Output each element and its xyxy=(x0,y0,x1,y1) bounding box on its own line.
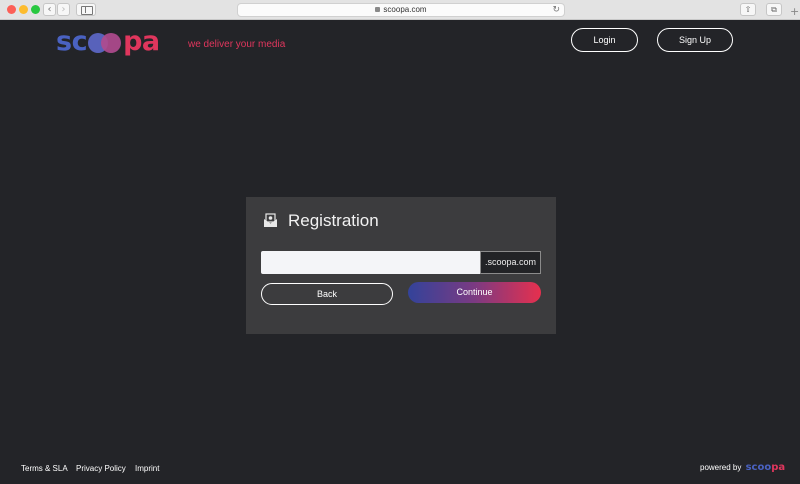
mini-logo-circles-icon: oo xyxy=(757,462,772,473)
back-arrow-icon[interactable]: ‹ xyxy=(43,3,56,16)
scoopa-logo[interactable]: sc pa xyxy=(56,27,160,57)
logo-wordmark: sc pa xyxy=(56,27,160,57)
registration-title: Registration xyxy=(288,211,379,230)
footer-link-terms[interactable]: Terms & SLA xyxy=(21,464,68,474)
address-text-wrap: scoopa.com xyxy=(238,4,564,16)
signup-button[interactable]: Sign Up xyxy=(657,28,733,52)
tabs-overview-icon[interactable]: ⧉ xyxy=(766,3,782,16)
minimize-window-button[interactable] xyxy=(19,5,28,14)
footer-link-imprint[interactable]: Imprint xyxy=(135,464,159,474)
subdomain-input[interactable] xyxy=(261,251,480,274)
logo-part-2: pa xyxy=(123,26,160,57)
maximize-window-button[interactable] xyxy=(31,5,40,14)
powered-by-logo[interactable]: scoopa xyxy=(746,462,786,473)
browser-toolbar: ‹ › scoopa.com ↻ ⇧ ⧉ + xyxy=(0,0,800,20)
powered-by: powered by scoopa xyxy=(700,462,785,474)
close-window-button[interactable] xyxy=(7,5,16,14)
envelope-icon xyxy=(264,213,277,227)
footer-link-privacy[interactable]: Privacy Policy xyxy=(76,464,126,474)
mini-logo-part-2: pa xyxy=(771,462,786,473)
tagline: we deliver your media xyxy=(188,39,286,50)
login-button[interactable]: Login xyxy=(571,28,638,52)
share-icon[interactable]: ⇧ xyxy=(740,3,756,16)
forward-arrow-icon[interactable]: › xyxy=(57,3,70,16)
registration-card: Registration .scoopa.com Back Continue xyxy=(246,197,556,334)
new-tab-icon[interactable]: + xyxy=(790,6,799,17)
continue-button[interactable]: Continue xyxy=(408,282,541,303)
lock-icon xyxy=(375,7,381,13)
logo-circles-icon xyxy=(88,32,122,53)
logo-part-1: sc xyxy=(56,26,88,57)
sidebar-toggle-icon[interactable] xyxy=(76,3,96,16)
domain-suffix: .scoopa.com xyxy=(480,251,541,274)
back-button[interactable]: Back xyxy=(261,283,393,305)
address-bar[interactable]: scoopa.com ↻ xyxy=(237,3,565,17)
address-url: scoopa.com xyxy=(383,5,427,14)
mini-logo-part-1: sc xyxy=(745,462,758,473)
reload-icon[interactable]: ↻ xyxy=(552,4,560,16)
powered-by-label: powered by xyxy=(700,463,742,472)
